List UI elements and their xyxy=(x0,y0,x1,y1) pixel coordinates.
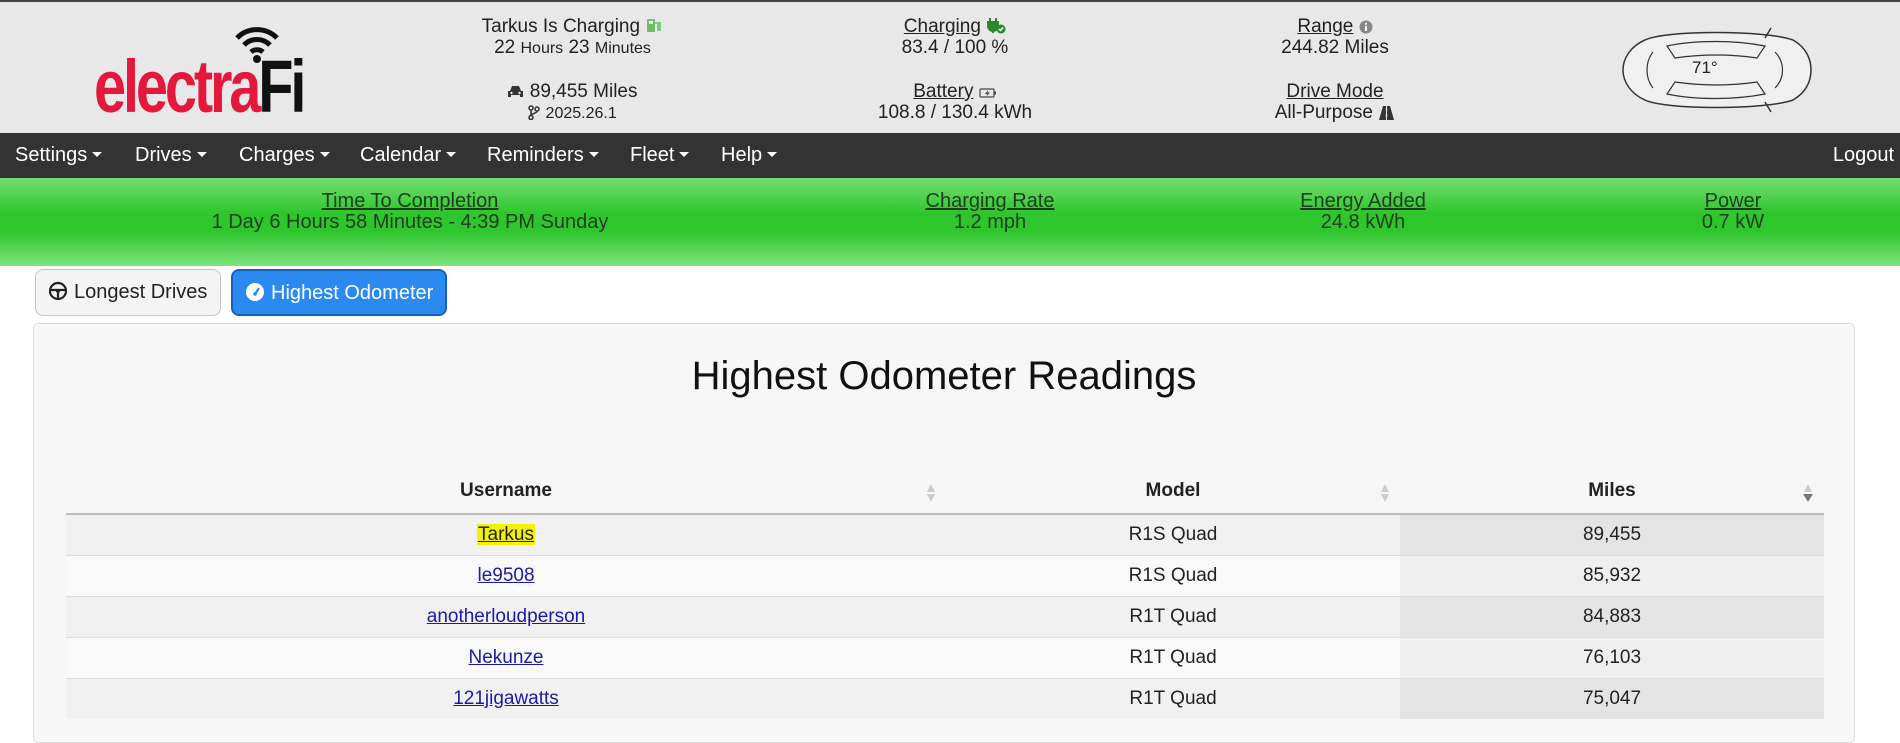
card-title: Highest Odometer Readings xyxy=(691,354,1197,398)
caret-down-icon xyxy=(588,152,599,157)
column-header-username[interactable]: Username xyxy=(66,469,946,515)
drive-mode-stat: Drive Mode All-Purpose xyxy=(1210,81,1460,123)
model-cell: R1T Quad xyxy=(946,636,1400,678)
sort-icon xyxy=(927,484,935,502)
miles-cell: 76,103 xyxy=(1400,636,1824,678)
table-row: Nekunze R1T Quad 76,103 xyxy=(66,636,1824,678)
software-version: 2025.26.1 xyxy=(440,102,705,124)
wifi-icon xyxy=(235,27,279,63)
caret-down-icon xyxy=(196,152,207,157)
caret-down-icon xyxy=(767,152,778,157)
miles-cell: 84,883 xyxy=(1400,595,1824,637)
range-stat: Range 244.82 Miles xyxy=(1281,16,1389,58)
model-cell: R1S Quad xyxy=(946,554,1400,596)
table-row: 121jigawatts R1T Quad 75,047 xyxy=(66,677,1824,719)
model-cell: R1S Quad xyxy=(946,513,1400,555)
tab-highest-odometer[interactable]: Highest Odometer xyxy=(231,269,447,316)
nav-settings[interactable]: Settings xyxy=(15,133,103,178)
charging-rate: Charging Rate 1.2 mph xyxy=(925,190,1055,233)
main-nav: Settings Drives Charges Calendar Reminde… xyxy=(0,133,1900,178)
column-header-model[interactable]: Model xyxy=(946,469,1400,515)
tab-longest-drives[interactable]: Longest Drives xyxy=(35,269,221,316)
miles-cell: 89,455 xyxy=(1400,513,1824,555)
steering-wheel-icon xyxy=(48,281,68,301)
cabin-temperature: 71° xyxy=(1692,58,1718,77)
model-cell: R1T Quad xyxy=(946,677,1400,719)
caret-down-icon xyxy=(319,152,330,157)
charging-stat: Charging 83.4 / 100 % xyxy=(901,16,1009,58)
model-cell: R1T Quad xyxy=(946,595,1400,637)
username-link[interactable]: le9508 xyxy=(477,565,534,586)
info-icon[interactable] xyxy=(1359,20,1373,34)
caret-down-icon xyxy=(446,152,457,157)
column-header-miles[interactable]: Miles xyxy=(1400,469,1824,515)
time-remaining: 22 Hours 23 Minutes xyxy=(494,37,651,58)
plug-icon xyxy=(987,18,1006,34)
nav-drives[interactable]: Drives xyxy=(135,133,207,178)
miles-cell: 75,047 xyxy=(1400,677,1824,719)
nav-reminders[interactable]: Reminders xyxy=(487,133,599,178)
nav-charges[interactable]: Charges xyxy=(239,133,330,178)
gauge-icon xyxy=(246,283,264,301)
username-link[interactable]: Nekunze xyxy=(469,647,544,668)
battery-stat: Battery 108.8 / 130.4 kWh xyxy=(877,81,1033,123)
power: Power 0.7 kW xyxy=(1701,190,1765,233)
road-icon xyxy=(1379,106,1395,120)
username-link[interactable]: Tarkus xyxy=(477,523,535,545)
table-row: Tarkus R1S Quad 89,455 xyxy=(66,513,1824,555)
sort-desc-icon xyxy=(1803,484,1813,502)
battery-bolt-icon xyxy=(979,88,996,98)
energy-added: Energy Added 24.8 kWh xyxy=(1300,190,1426,233)
nav-fleet[interactable]: Fleet xyxy=(630,133,690,178)
table-row: le9508 R1S Quad 85,932 xyxy=(66,554,1824,596)
charging-station-icon xyxy=(647,19,662,32)
car-icon xyxy=(508,86,524,97)
charging-status-bar: Time To Completion 1 Day 6 Hours 58 Minu… xyxy=(0,178,1900,266)
nav-help[interactable]: Help xyxy=(721,133,778,178)
odometer-table: Username Model Miles Tarkus R1S Quad 89,… xyxy=(66,469,1824,719)
logout-link[interactable]: Logout xyxy=(1833,133,1894,178)
status-header: electraFi Tarkus Is Charging 22 Hours 23… xyxy=(0,0,1900,133)
odometer-readout: 89,455 Miles xyxy=(440,81,705,102)
table-row: anotherloudperson R1T Quad 84,883 xyxy=(66,595,1824,637)
nav-calendar[interactable]: Calendar xyxy=(360,133,457,178)
miles-cell: 85,932 xyxy=(1400,554,1824,596)
electrafi-logo[interactable]: electraFi xyxy=(94,20,306,124)
username-link[interactable]: 121jigawatts xyxy=(453,688,559,709)
caret-down-icon xyxy=(679,152,690,157)
username-link[interactable]: anotherloudperson xyxy=(427,606,585,627)
time-to-completion: Time To Completion 1 Day 6 Hours 58 Minu… xyxy=(211,190,609,233)
caret-down-icon xyxy=(92,152,103,157)
sort-icon xyxy=(1381,484,1389,502)
vehicle-status: Tarkus Is Charging xyxy=(440,16,705,37)
odometer-card: Highest Odometer Readings Username Model… xyxy=(33,323,1855,743)
code-branch-icon xyxy=(528,105,541,121)
